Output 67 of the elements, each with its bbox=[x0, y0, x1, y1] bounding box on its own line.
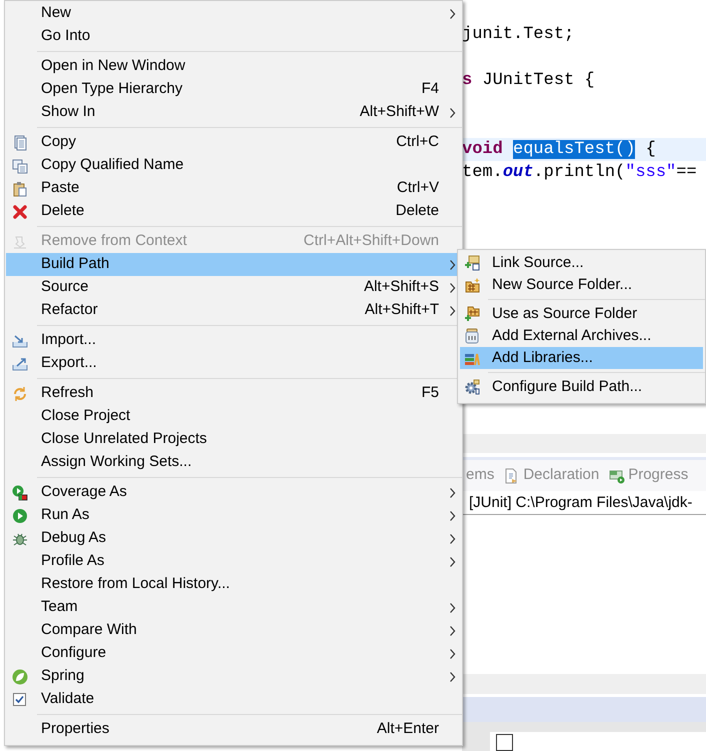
menu-item[interactable]: Import... bbox=[6, 329, 461, 352]
menu-item[interactable]: Restore from Local History... bbox=[6, 573, 461, 596]
shortcut-text: F5 bbox=[421, 383, 440, 404]
delete-icon bbox=[12, 204, 28, 220]
shortcut-text: Alt+Enter bbox=[376, 719, 440, 740]
menu-item[interactable]: Assign Working Sets... bbox=[6, 451, 461, 474]
menu-item[interactable]: Run As bbox=[6, 504, 461, 527]
menu-item[interactable]: Link Source... bbox=[460, 252, 703, 274]
shortcut-text: Delete bbox=[396, 201, 440, 222]
shortcut-text: Alt+Shift+W bbox=[360, 102, 440, 122]
menu-item[interactable]: Copy Ctrl+C bbox=[6, 131, 461, 154]
shortcut-text: Ctrl+V bbox=[396, 178, 440, 198]
menu-item[interactable]: Configure Build Path... bbox=[460, 376, 703, 398]
menu-item[interactable]: Validate bbox=[6, 688, 461, 711]
shortcut-text: F4 bbox=[421, 79, 440, 100]
menu-item[interactable]: Source Alt+Shift+S bbox=[6, 276, 461, 299]
copy-icon bbox=[12, 134, 28, 150]
play-icon bbox=[12, 508, 28, 524]
copy-icon bbox=[12, 158, 28, 174]
code-line: s JUnitTest { bbox=[462, 71, 595, 90]
menu-item[interactable]: Spring bbox=[6, 665, 461, 688]
menu-item[interactable]: Compare With bbox=[6, 619, 461, 642]
menu-item[interactable]: Configure bbox=[6, 642, 461, 665]
shortcut-text: Alt+Shift+T bbox=[364, 300, 440, 320]
menu-item[interactable]: Use as Source Folder bbox=[460, 303, 703, 325]
menu-item[interactable]: New bbox=[6, 2, 461, 25]
menu-item[interactable]: Debug As bbox=[6, 527, 461, 550]
menu-item[interactable]: Go Into bbox=[6, 25, 461, 48]
checkbox[interactable] bbox=[496, 734, 513, 751]
menu-item[interactable]: Close Project bbox=[6, 405, 461, 428]
menu-item[interactable]: Copy Qualified Name bbox=[6, 154, 461, 177]
import-icon bbox=[12, 332, 28, 348]
folder-icon bbox=[464, 306, 480, 322]
menu-item[interactable]: Refresh F5 bbox=[6, 382, 461, 405]
menu-item[interactable]: Open Type Hierarchy F4 bbox=[6, 78, 461, 101]
menu-item[interactable]: Properties Alt+Enter bbox=[6, 718, 461, 741]
menu-item[interactable]: Show In Alt+Shift+W bbox=[6, 101, 461, 124]
menu-item[interactable]: Export... bbox=[6, 352, 461, 375]
menu-item[interactable]: Team bbox=[6, 596, 461, 619]
menu-item[interactable]: Add External Archives... bbox=[460, 325, 703, 347]
refresh-icon bbox=[12, 386, 28, 402]
menu-item[interactable]: New Source Folder... bbox=[460, 274, 703, 296]
folder-icon bbox=[464, 277, 480, 293]
shortcut-text: Ctrl+Alt+Shift+Down bbox=[304, 231, 440, 252]
progress-icon bbox=[609, 468, 626, 484]
code-line: void equalsTest() { bbox=[462, 140, 656, 159]
code-line: tem.out.println("sss"== bbox=[462, 163, 697, 182]
coverage-icon bbox=[12, 484, 28, 500]
menu-item[interactable]: Delete Delete bbox=[6, 200, 461, 223]
menu-item[interactable]: Paste Ctrl+V bbox=[6, 177, 461, 200]
menu-item[interactable]: Refactor Alt+Shift+T bbox=[6, 299, 461, 322]
menu-item[interactable]: Add Libraries... bbox=[460, 347, 703, 369]
checkbox-icon bbox=[12, 692, 28, 708]
menu-item[interactable]: Coverage As bbox=[6, 481, 461, 504]
gear-icon bbox=[464, 379, 480, 395]
leaf-icon bbox=[12, 668, 28, 684]
shortcut-text: Alt+Shift+S bbox=[364, 277, 440, 298]
remove-icon bbox=[12, 234, 28, 250]
menu-item[interactable]: Open in New Window bbox=[6, 55, 461, 78]
folder-icon bbox=[464, 255, 480, 271]
menu-item[interactable]: Profile As bbox=[6, 550, 461, 573]
export-icon bbox=[12, 356, 28, 372]
code-line: junit.Test; bbox=[462, 25, 574, 44]
shortcut-text: Ctrl+C bbox=[396, 132, 440, 152]
menu-item[interactable]: Close Unrelated Projects bbox=[6, 428, 461, 451]
jar-icon bbox=[464, 328, 480, 344]
paste-icon bbox=[12, 180, 28, 196]
